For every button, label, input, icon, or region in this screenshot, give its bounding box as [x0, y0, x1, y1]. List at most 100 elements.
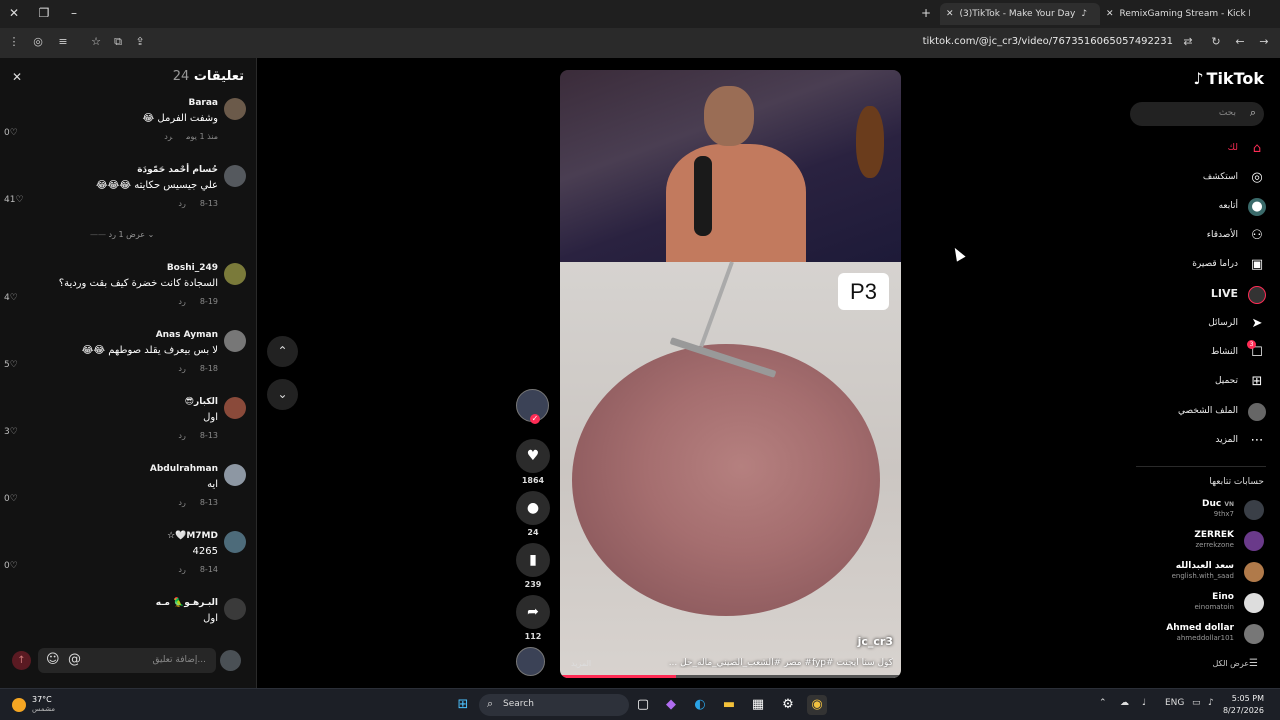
followed-account[interactable]: سعد العبدالله english.with_saad: [1124, 561, 1264, 583]
heart-outline-icon[interactable]: ♡: [10, 427, 18, 437]
reload-icon[interactable]: ↻: [1208, 35, 1224, 48]
file-explorer-icon[interactable]: ▬: [719, 695, 739, 715]
emoji-icon[interactable]: ☺: [46, 652, 60, 667]
comment-bubble-icon[interactable]: ●: [516, 491, 550, 525]
heart-outline-icon[interactable]: ♡: [10, 561, 18, 571]
followed-account[interactable]: Duc VN 9thx7: [1124, 499, 1264, 521]
comment-user[interactable]: Anas Ayman: [156, 330, 218, 340]
heart-outline-icon[interactable]: ♡: [10, 360, 18, 370]
sidebar-item-live[interactable]: LIVE: [1126, 285, 1266, 305]
sidebar-item-more[interactable]: ⋯ المزيد: [1126, 431, 1266, 451]
comment-user[interactable]: البـرهـو🦜 مـه: [156, 598, 218, 608]
avatar[interactable]: [224, 263, 246, 285]
comment-user[interactable]: Abdulrahman: [150, 464, 218, 474]
avatar[interactable]: [224, 464, 246, 486]
avatar[interactable]: [224, 531, 246, 553]
avatar[interactable]: [224, 598, 246, 620]
reply-button[interactable]: رد: [164, 132, 172, 141]
heart-outline-icon[interactable]: ♡: [10, 128, 18, 138]
video-progress-bar[interactable]: [560, 675, 901, 678]
mic-icon[interactable]: ♩: [1142, 698, 1146, 708]
bookmark-icon[interactable]: ▮: [516, 543, 550, 577]
clock[interactable]: 5:05 PM 8/27/2026: [1223, 693, 1264, 717]
chrome-icon[interactable]: ◉: [807, 695, 827, 715]
steam-icon[interactable]: ⚙: [778, 695, 798, 715]
previous-video-button[interactable]: ⌃: [267, 336, 298, 367]
reader-icon[interactable]: ≡: [55, 35, 71, 48]
avatar[interactable]: [224, 165, 246, 187]
sound-avatar[interactable]: [516, 647, 545, 676]
followed-account[interactable]: Ahmed dollar ahmeddollar101: [1124, 623, 1264, 645]
followed-account[interactable]: Eino einomatoin: [1124, 592, 1264, 614]
reply-button[interactable]: رد: [178, 364, 185, 373]
next-video-button[interactable]: ⌄: [267, 379, 298, 410]
comment-action[interactable]: ● 24: [516, 491, 550, 537]
heart-outline-icon[interactable]: ♡: [10, 293, 18, 303]
windows-start-icon[interactable]: ⊞: [453, 695, 473, 715]
bookmark-star-icon[interactable]: ☆: [88, 35, 104, 48]
sidebar-item-activity[interactable]: ☐ 3 النشاط: [1126, 340, 1266, 363]
comment-likes[interactable]: 0♡: [4, 128, 18, 138]
menu-dots-icon[interactable]: ⋮: [6, 35, 22, 48]
comment-likes[interactable]: 3♡: [4, 427, 18, 437]
store-icon[interactable]: ▦: [748, 695, 768, 715]
language-indicator[interactable]: ENG: [1165, 698, 1184, 708]
share-icon[interactable]: ⇪: [132, 35, 148, 48]
tab-tiktok[interactable]: ✕ (3)TikTok - Make Your Day ♪: [940, 3, 1100, 25]
avatar[interactable]: [224, 98, 246, 120]
comment-input[interactable]: ☺ @ إضافة تعليق...: [38, 648, 216, 673]
screenshot-icon[interactable]: ⧉: [110, 35, 126, 49]
followed-account[interactable]: ZERREK zerrekzone: [1124, 530, 1264, 552]
cloud-icon[interactable]: ☁: [1120, 698, 1129, 708]
weather-widget[interactable]: 37°C مشمس: [10, 694, 80, 716]
follow-check-icon[interactable]: ✓: [530, 414, 540, 424]
close-window-icon[interactable]: ✕: [6, 6, 22, 20]
reply-button[interactable]: رد: [178, 297, 185, 306]
comment-likes[interactable]: 0♡: [4, 561, 18, 571]
tray-chevron-icon[interactable]: ⌃: [1099, 698, 1107, 708]
avatar[interactable]: [224, 397, 246, 419]
back-icon[interactable]: →: [1256, 35, 1272, 48]
share-arrow-icon[interactable]: ➦: [516, 595, 550, 629]
see-all-button[interactable]: ☰عرض الكل: [1212, 658, 1264, 669]
sidebar-item-explore[interactable]: ◎ استكشف: [1126, 168, 1266, 188]
comment-likes[interactable]: 5♡: [4, 360, 18, 370]
sidebar-item-friends[interactable]: ⚇ الأصدقاء: [1126, 226, 1266, 246]
app-icon[interactable]: ◆: [661, 695, 681, 715]
tab-kick[interactable]: ✕ RemixGaming Stream - Kick De ■: [1100, 3, 1250, 25]
reply-button[interactable]: رد: [178, 431, 185, 440]
comment-likes[interactable]: 4♡: [4, 293, 18, 303]
share-action[interactable]: ➦ 112: [516, 595, 550, 641]
search-icon[interactable]: ⌕: [1250, 106, 1256, 120]
extension-icon[interactable]: ◎: [30, 35, 46, 48]
sidebar-item-following[interactable]: ● أتابعه: [1126, 197, 1266, 217]
site-settings-icon[interactable]: ⇄: [1180, 35, 1196, 48]
sidebar-item-drama[interactable]: ▣ دراما قصيرة: [1126, 255, 1266, 275]
edge-icon[interactable]: ◐: [690, 695, 710, 715]
reply-button[interactable]: رد: [178, 565, 185, 574]
video-player[interactable]: P3 jc_cr3 كول سنا ايجنت #fyp# مصر #الشعب…: [560, 70, 901, 678]
url-text[interactable]: tiktok.com/@jc_cr3/video/767351606505749…: [923, 36, 1173, 47]
reply-button[interactable]: رد: [178, 199, 185, 208]
post-comment-button[interactable]: ↑: [12, 651, 31, 670]
volume-icon[interactable]: ♪: [1208, 698, 1214, 708]
avatar[interactable]: [224, 330, 246, 352]
heart-outline-icon[interactable]: ♡: [15, 195, 23, 205]
comment-likes[interactable]: 41♡: [4, 195, 24, 205]
creator-avatar[interactable]: ✓: [516, 389, 549, 424]
description-more-button[interactable]: المزيد: [571, 659, 591, 668]
minimize-window-icon[interactable]: –: [66, 6, 82, 20]
taskbar-search[interactable]: ⌕ Search: [479, 694, 629, 716]
save-action[interactable]: ▮ 239: [516, 543, 550, 589]
sidebar-item-upload[interactable]: ⊞ تحميل: [1126, 372, 1266, 392]
mention-icon[interactable]: @: [68, 652, 81, 667]
restore-window-icon[interactable]: ❐: [36, 6, 52, 20]
comment-user[interactable]: Baraa: [188, 98, 218, 108]
tab-close-icon[interactable]: ✕: [1106, 9, 1114, 19]
comment-user[interactable]: Boshi_249: [167, 263, 218, 273]
close-icon[interactable]: ✕: [12, 70, 22, 84]
comment-likes[interactable]: 0♡: [4, 494, 18, 504]
heart-icon[interactable]: ♥: [516, 439, 550, 473]
new-tab-icon[interactable]: +: [918, 6, 934, 20]
comment-user[interactable]: الكبار😎: [185, 397, 218, 407]
